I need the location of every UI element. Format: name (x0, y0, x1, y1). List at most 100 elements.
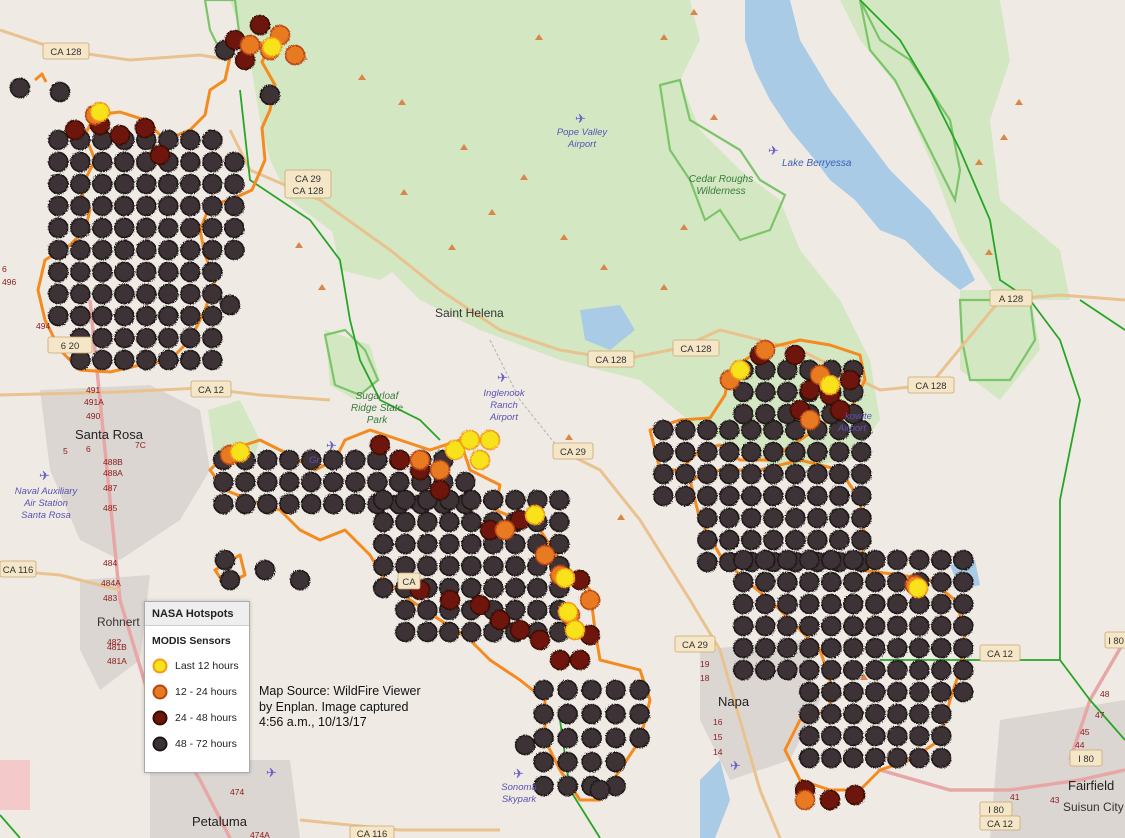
hotspot-48-72h (777, 615, 798, 637)
hotspot-48-72h (345, 449, 366, 471)
hotspot-48-72h (70, 151, 91, 173)
hotspot-48-72h (48, 217, 69, 239)
hotspot-48-72h (180, 261, 201, 283)
hotspot-48-72h (931, 681, 952, 703)
hotspot-48-72h (92, 195, 113, 217)
svg-text:14: 14 (713, 747, 723, 757)
svg-text:487: 487 (103, 483, 117, 493)
hotspot-48-72h (514, 734, 536, 756)
hotspot-48-72h (483, 577, 504, 599)
hotspot-48-72h (675, 485, 696, 507)
hotspot-last-12h (261, 36, 283, 58)
hotspot-48-72h (799, 747, 820, 769)
hotspot-48-72h (829, 463, 850, 485)
svg-text:18: 18 (700, 673, 710, 683)
hotspot-48-72h (821, 659, 842, 681)
hotspot-24-48h (64, 119, 86, 141)
hotspot-24-48h (549, 649, 571, 671)
hotspot-48-72h (843, 571, 864, 593)
hotspot-12-24h (239, 34, 261, 56)
svg-text:I 80: I 80 (1108, 636, 1124, 647)
shield-ca29-128: CA 29CA 128 (284, 169, 332, 199)
hotspot-48-72h (180, 283, 201, 305)
svg-text:CA 12: CA 12 (987, 819, 1013, 830)
hotspot-48-72h (557, 679, 578, 701)
legend-item-last-12: Last 12 hours (145, 653, 249, 679)
hotspot-48-72h (48, 261, 69, 283)
svg-text:6: 6 (86, 444, 91, 454)
hotspot-48-72h (224, 217, 245, 239)
hotspot-48-72h (92, 327, 113, 349)
svg-text:I 80: I 80 (988, 805, 1004, 816)
hotspot-48-72h (785, 529, 806, 551)
hotspot-48-72h (158, 217, 179, 239)
hotspot-48-72h (70, 195, 91, 217)
svg-text:484: 484 (103, 558, 117, 568)
hotspot-48-72h (581, 751, 602, 773)
svg-text:6: 6 (2, 264, 7, 274)
hotspot-last-12h (564, 619, 586, 641)
hotspot-48-72h (909, 725, 930, 747)
hotspot-48-72h (395, 621, 416, 643)
hotspot-48-72h (931, 747, 952, 769)
hotspot-48-72h (279, 493, 300, 515)
hotspot-48-72h (345, 471, 366, 493)
hotspot-48-72h (48, 173, 69, 195)
svg-text:CA 29: CA 29 (682, 640, 708, 651)
hotspot-48-72h (829, 441, 850, 463)
hotspot-48-72h (755, 549, 776, 571)
hotspot-48-72h (92, 239, 113, 261)
hotspot-48-72h (323, 449, 344, 471)
hotspot-48-72h (931, 615, 952, 637)
shield-sr-partial: 6 20 (47, 336, 93, 354)
legend-title: NASA Hotspots (145, 602, 249, 626)
hotspot-48-72h (807, 441, 828, 463)
label-pope-valley: Pope Valley (557, 127, 609, 138)
hotspot-48-72h (202, 327, 223, 349)
hotspot-48-72h (821, 615, 842, 637)
hotspot-48-72h (202, 151, 223, 173)
hotspot-48-72h (931, 571, 952, 593)
hotspot-48-72h (931, 593, 952, 615)
hotspot-48-72h (851, 529, 872, 551)
hotspot-48-72h (733, 659, 754, 681)
hotspot-48-72h (799, 637, 820, 659)
hotspot-48-72h (180, 129, 201, 151)
hotspot-48-72h (953, 637, 974, 659)
label-sugarloaf: Sugarloaf (356, 391, 400, 402)
hotspot-48-72h (799, 703, 820, 725)
hotspot-dark-icon (152, 736, 168, 752)
hotspot-48-72h (763, 507, 784, 529)
hotspot-48-72h (224, 195, 245, 217)
label-lake-berryessa: Lake Berryessa (782, 158, 852, 169)
hotspot-48-72h (865, 703, 886, 725)
hotspot-48-72h (589, 779, 611, 801)
hotspot-48-72h (653, 485, 674, 507)
shield-ca116-b: CA 116 (349, 825, 395, 838)
hotspot-48-72h (697, 441, 718, 463)
shield-i80-b: I 80 (1069, 749, 1103, 767)
hotspot-48-72h (136, 195, 157, 217)
hotspot-24-48h (429, 479, 451, 501)
hotspot-48-72h (887, 659, 908, 681)
hotspot-48-72h (70, 283, 91, 305)
hotspot-48-72h (799, 659, 820, 681)
hotspot-48-72h (931, 659, 952, 681)
hotspot-48-72h (373, 533, 394, 555)
hotspot-48-72h (213, 471, 234, 493)
hotspot-48-72h (865, 747, 886, 769)
hotspot-48-72h (180, 305, 201, 327)
hotspot-48-72h (158, 349, 179, 371)
hotspot-48-72h (279, 471, 300, 493)
svg-text:A 128: A 128 (999, 294, 1023, 305)
hotspot-48-72h (254, 559, 276, 581)
hotspot-48-72h (224, 151, 245, 173)
hotspot-12-24h (429, 459, 451, 481)
hotspot-48-72h (158, 239, 179, 261)
hotspot-48-72h (851, 507, 872, 529)
hotspot-24-48h (819, 789, 841, 811)
hotspot-24-48h (149, 144, 171, 166)
hotspot-48-72h (719, 529, 740, 551)
hotspot-48-72h (70, 217, 91, 239)
shield-i80-c: I 80 (979, 801, 1013, 817)
